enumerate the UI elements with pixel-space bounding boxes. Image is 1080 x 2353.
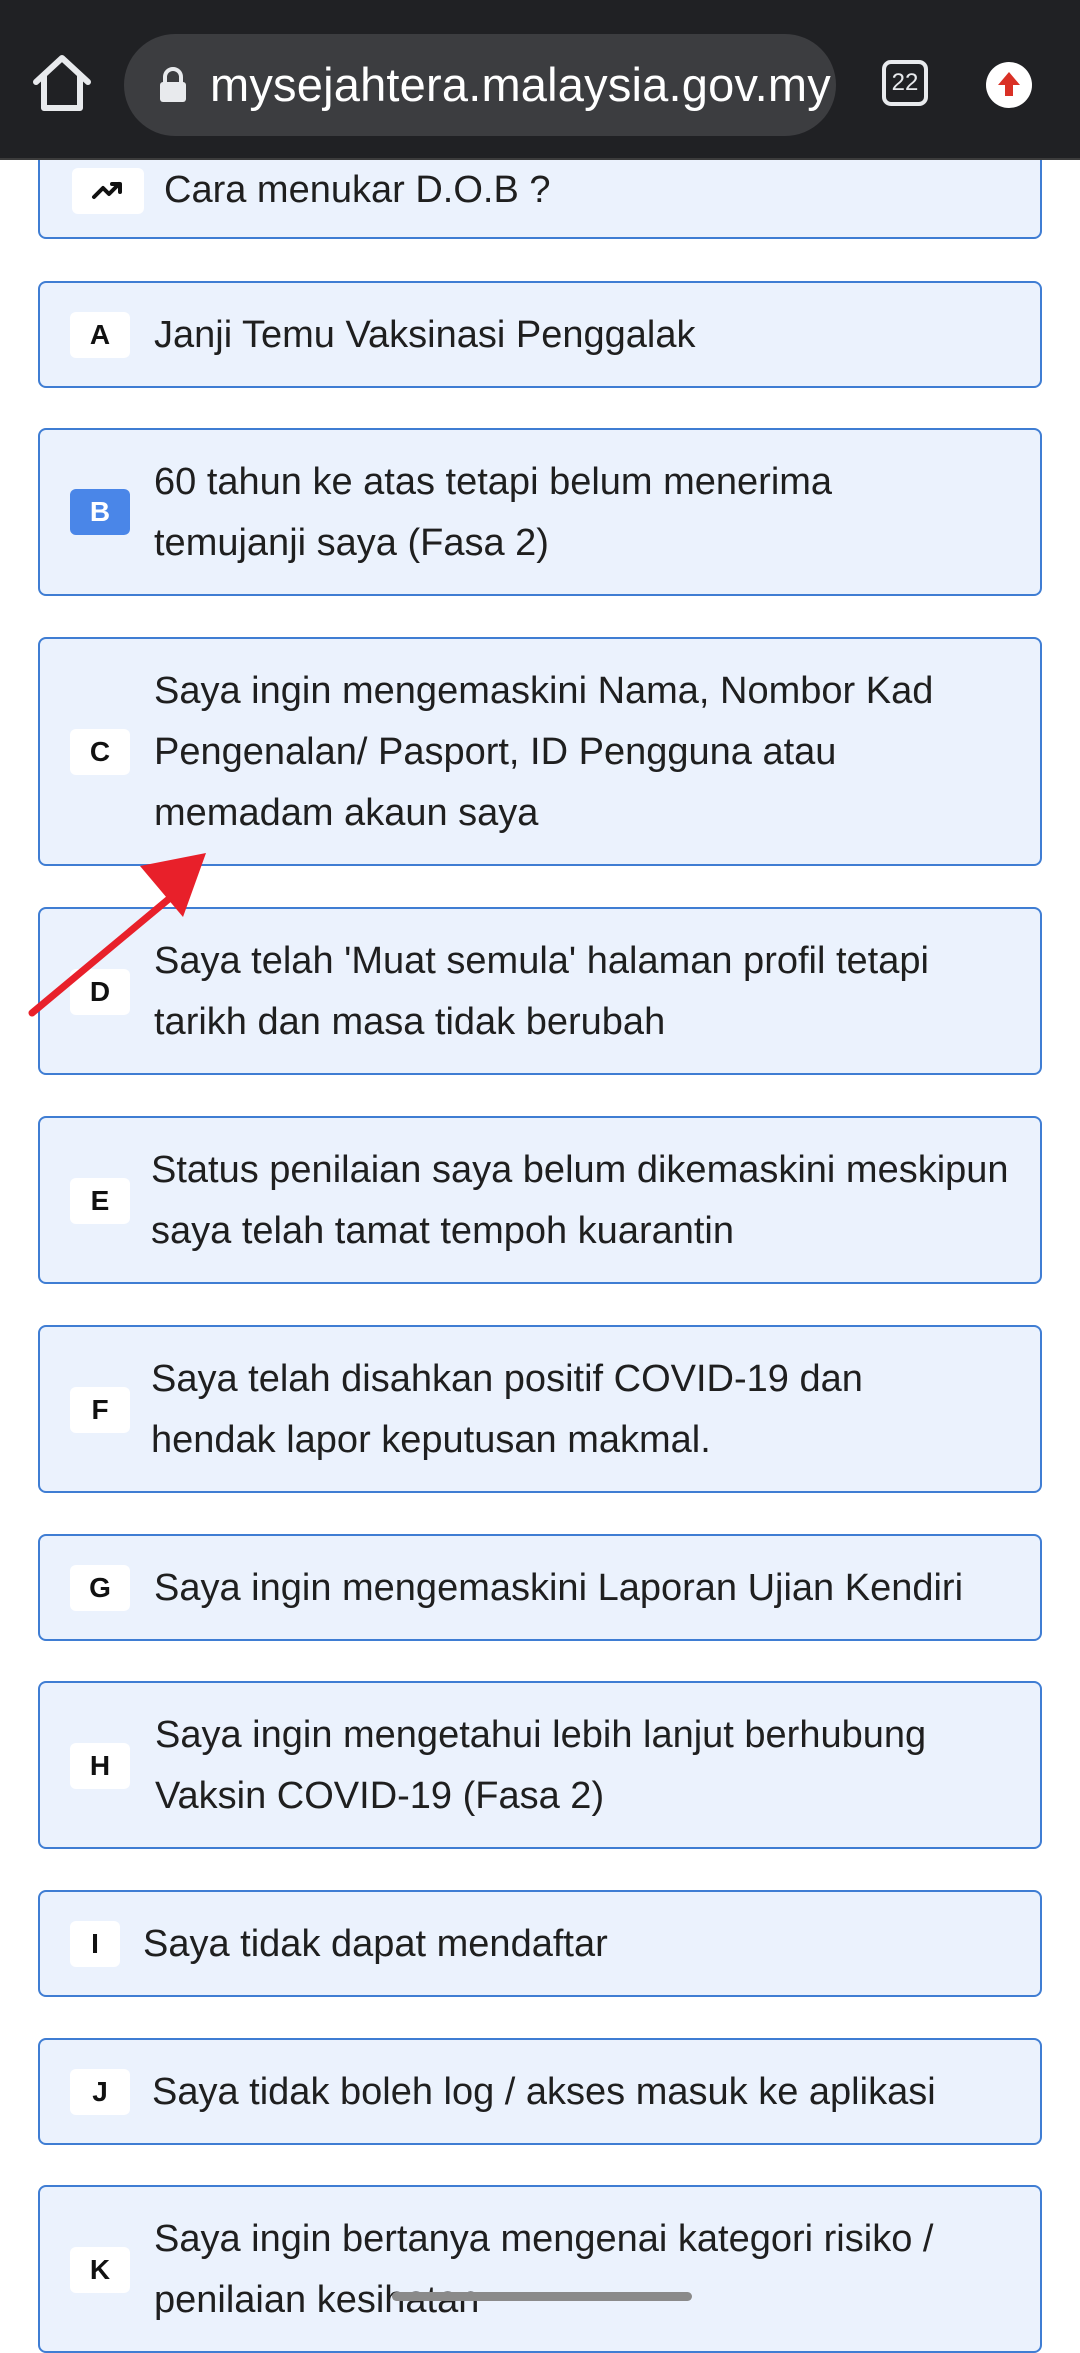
faq-item-text: Cara menukar D.O.B ? — [164, 169, 551, 211]
home-icon — [33, 55, 91, 111]
faq-badge: K — [70, 2247, 130, 2293]
faq-item-g[interactable]: G Saya ingin mengemaskini Laporan Ujian … — [38, 1534, 1042, 1641]
faq-badge: B — [70, 489, 130, 535]
update-button[interactable] — [986, 62, 1032, 108]
faq-item-b[interactable]: B 60 tahun ke atas tetapi belum menerima… — [38, 428, 1042, 596]
faq-item-text: Saya ingin mengemaskini Nama, Nombor Kad… — [154, 670, 934, 834]
faq-item-c[interactable]: C Saya ingin mengemaskini Nama, Nombor K… — [38, 637, 1042, 866]
faq-item-text: Saya ingin mengetahui lebih lanjut berhu… — [155, 1714, 927, 1817]
faq-item-d[interactable]: D Saya telah 'Muat semula' halaman profi… — [38, 907, 1042, 1075]
faq-item-i[interactable]: I Saya tidak dapat mendaftar — [38, 1890, 1042, 1997]
home-button[interactable] — [22, 44, 102, 124]
faq-item-text: Saya ingin mengemaskini Laporan Ujian Ke… — [154, 1567, 964, 1609]
faq-item-text: Saya ingin bertanya mengenai kategori ri… — [154, 2218, 934, 2321]
faq-item-text: Saya tidak dapat mendaftar — [143, 1923, 608, 1965]
browser-toolbar: mysejahtera.malaysia.gov.my 22 — [0, 0, 1080, 160]
faq-item-e[interactable]: E Status penilaian saya belum dikemaskin… — [38, 1116, 1042, 1284]
faq-item-text: Saya telah 'Muat semula' halaman profil … — [154, 940, 929, 1043]
update-arrow-icon — [998, 72, 1020, 96]
url-text: mysejahtera.malaysia.gov.my — [210, 58, 831, 111]
faq-badge: C — [70, 729, 130, 775]
faq-item-k[interactable]: K Saya ingin bertanya mengenai kategori … — [38, 2185, 1042, 2353]
faq-badge: F — [70, 1387, 130, 1433]
trending-up-icon — [72, 168, 144, 214]
faq-item-text: Status penilaian saya belum dikemaskini … — [151, 1149, 1009, 1252]
address-bar[interactable]: mysejahtera.malaysia.gov.my — [124, 34, 836, 136]
faq-badge: J — [70, 2069, 130, 2115]
faq-item-f[interactable]: F Saya telah disahkan positif COVID-19 d… — [38, 1325, 1042, 1493]
faq-badge: A — [70, 312, 130, 358]
gesture-navigation-bar[interactable] — [392, 2292, 692, 2301]
faq-item-text: Janji Temu Vaksinasi Penggalak — [154, 314, 696, 356]
faq-badge: D — [70, 969, 130, 1015]
faq-badge: E — [70, 1178, 130, 1224]
faq-item-text: 60 tahun ke atas tetapi belum menerima t… — [154, 461, 833, 564]
faq-badge: H — [70, 1743, 130, 1789]
tab-switcher-button[interactable]: 22 — [882, 60, 928, 106]
faq-item-text: Saya tidak boleh log / akses masuk ke ap… — [152, 2071, 936, 2113]
faq-badge: I — [70, 1921, 120, 1967]
faq-item-text: Saya telah disahkan positif COVID-19 dan… — [151, 1358, 863, 1461]
faq-badge: G — [70, 1565, 130, 1611]
faq-item-j[interactable]: J Saya tidak boleh log / akses masuk ke … — [38, 2038, 1042, 2145]
lock-icon — [160, 67, 186, 102]
faq-item-h[interactable]: H Saya ingin mengetahui lebih lanjut ber… — [38, 1681, 1042, 1849]
faq-item-a[interactable]: A Janji Temu Vaksinasi Penggalak — [38, 281, 1042, 388]
